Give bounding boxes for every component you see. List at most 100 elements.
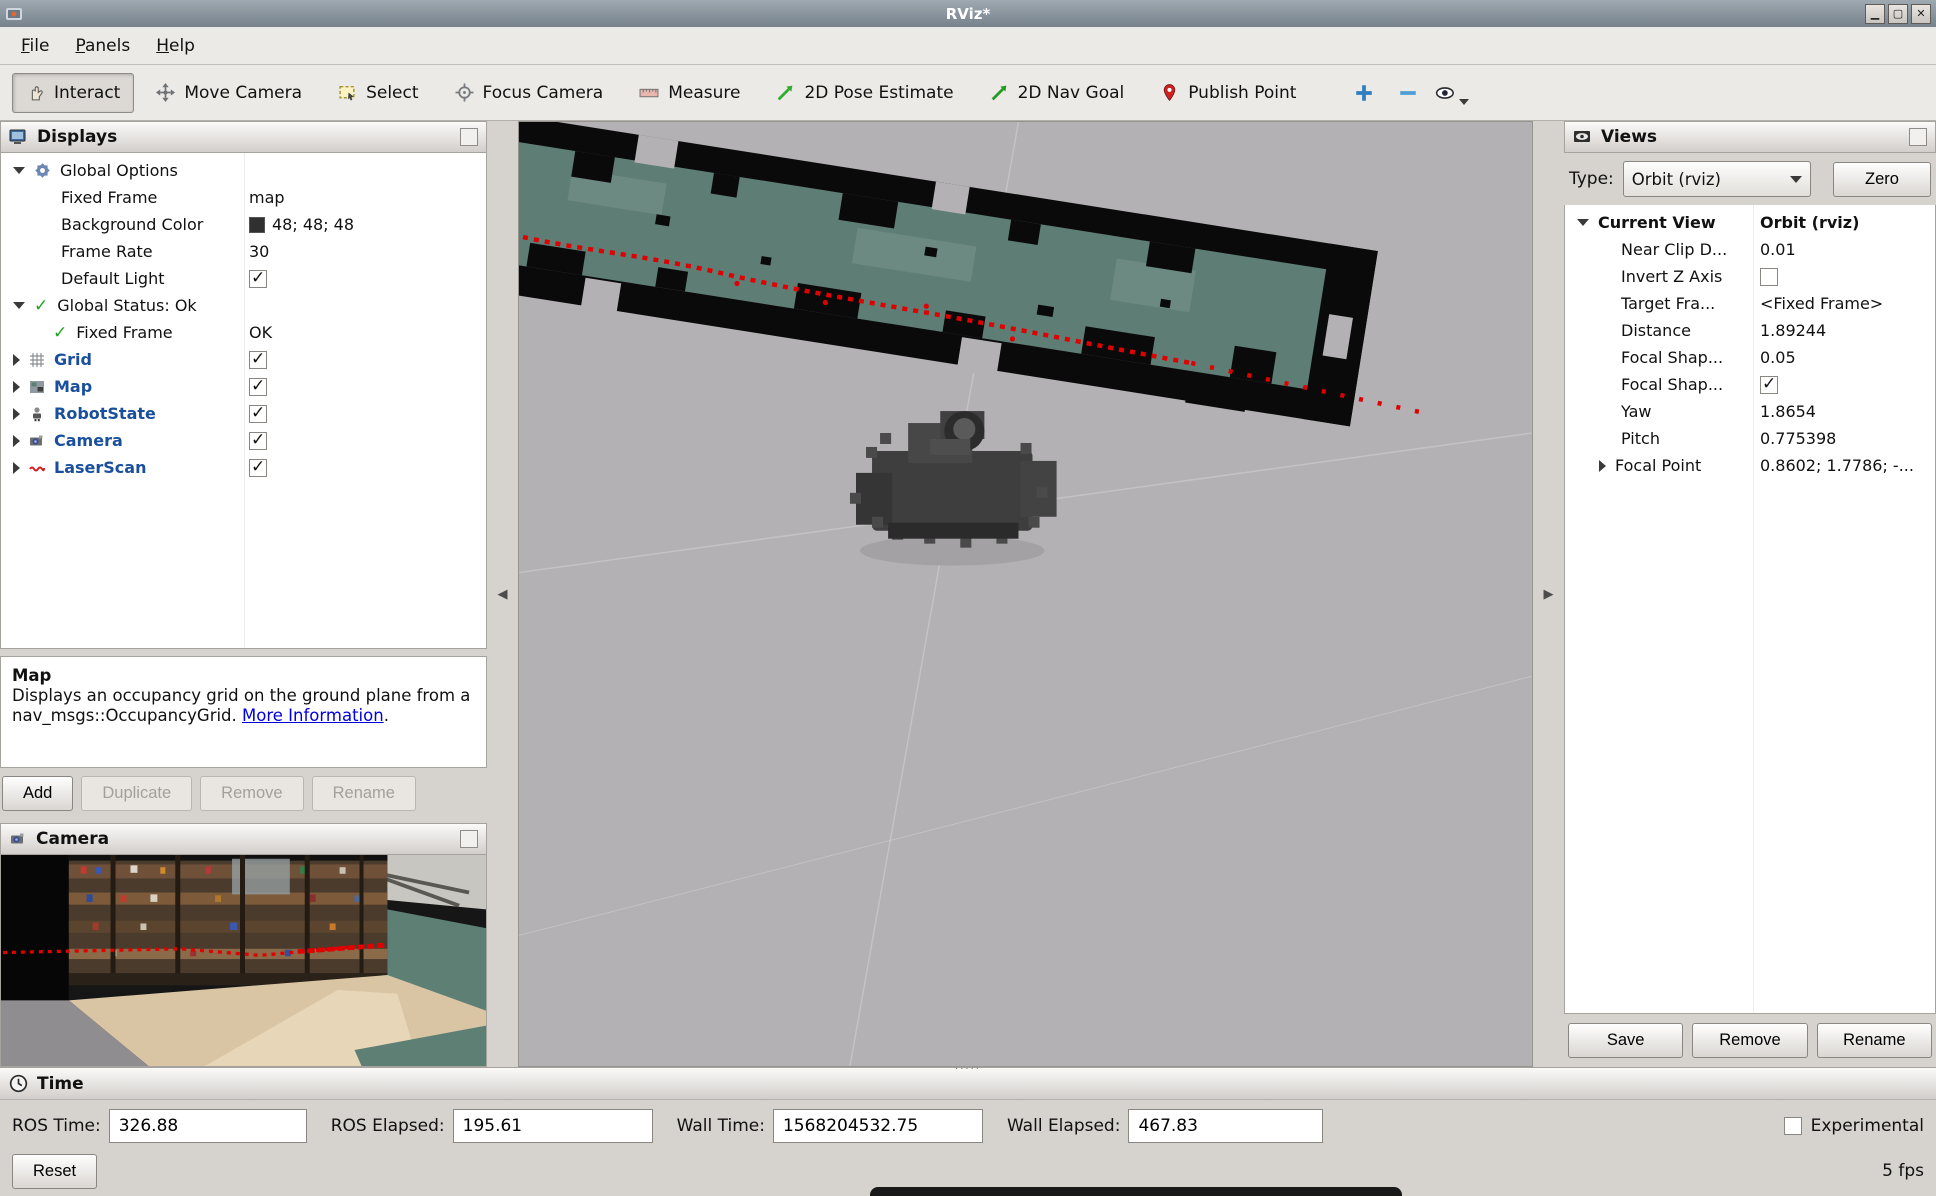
panel-float-button[interactable]	[460, 830, 478, 848]
frame-rate-value[interactable]: 30	[249, 242, 269, 261]
tree-row-yaw[interactable]: Yaw 1.8654	[1565, 398, 1935, 425]
reset-button[interactable]: Reset	[12, 1154, 97, 1189]
tree-row-camera[interactable]: Camera	[1, 427, 486, 454]
save-button[interactable]: Save	[1568, 1023, 1683, 1058]
panel-float-button[interactable]	[460, 128, 478, 146]
tool-2d-pose-estimate[interactable]: 2D Pose Estimate	[762, 73, 967, 113]
tool-select[interactable]: Select	[324, 73, 432, 113]
expander-right-icon[interactable]	[13, 462, 20, 474]
fixed-frame-value[interactable]: map	[249, 188, 285, 207]
tree-row-current-view[interactable]: Current View Orbit (rviz)	[1565, 209, 1935, 236]
tool-interact[interactable]: Interact	[12, 73, 134, 113]
tool-measure[interactable]: Measure	[625, 73, 754, 113]
yaw-value[interactable]: 1.8654	[1760, 402, 1816, 421]
render-viewport[interactable]	[518, 121, 1533, 1067]
views-panel-header[interactable]: Views	[1564, 121, 1936, 153]
tree-row-near-clip[interactable]: Near Clip D... 0.01	[1565, 236, 1935, 263]
add-button[interactable]: Add	[2, 776, 73, 811]
tree-row-focal-point[interactable]: Focal Point 0.8602; 1.7786; -...	[1565, 452, 1935, 479]
grid-checkbox[interactable]	[249, 351, 267, 369]
rename-button[interactable]: Rename	[312, 776, 416, 811]
invert-z-checkbox[interactable]	[1760, 268, 1778, 286]
select-box-icon	[338, 83, 357, 102]
expander-right-icon[interactable]	[1599, 460, 1606, 472]
tree-row-robotstate[interactable]: RobotState	[1, 400, 486, 427]
experimental-checkbox[interactable]	[1784, 1117, 1802, 1135]
focal-shape-size-value[interactable]: 0.05	[1760, 348, 1796, 367]
tree-row-laserscan[interactable]: LaserScan	[1, 454, 486, 481]
view-type-dropdown[interactable]: Orbit (rviz)	[1623, 161, 1811, 197]
zero-button[interactable]: Zero	[1833, 162, 1931, 197]
ros-elapsed-input[interactable]	[453, 1109, 653, 1143]
splitter-grip[interactable]: ·····	[955, 1067, 981, 1073]
minimize-button[interactable]: ▁	[1865, 4, 1885, 24]
menu-panels[interactable]: Panels	[62, 29, 143, 63]
tree-row-invert-z[interactable]: Invert Z Axis	[1565, 263, 1935, 290]
titlebar[interactable]: RViz* ▁ ▢ ✕	[0, 0, 1936, 27]
remove-tool-button[interactable]	[1390, 75, 1426, 111]
remove-view-button[interactable]: Remove	[1692, 1023, 1807, 1058]
pitch-value[interactable]: 0.775398	[1760, 429, 1836, 448]
expander-right-icon[interactable]	[13, 408, 20, 420]
duplicate-button[interactable]: Duplicate	[81, 776, 192, 811]
tree-row-status-fixed-frame[interactable]: ✓ Fixed Frame OK	[1, 319, 486, 346]
tree-row-fixed-frame[interactable]: Fixed Frame map	[1, 184, 486, 211]
tool-focus-camera[interactable]: Focus Camera	[441, 73, 618, 113]
ros-time-input[interactable]	[109, 1109, 307, 1143]
tree-row-focal-shape-size[interactable]: Focal Shap... 0.05	[1565, 344, 1935, 371]
tree-row-global-options[interactable]: Global Options	[1, 157, 486, 184]
expander-down-icon[interactable]	[1577, 219, 1589, 226]
tree-row-grid[interactable]: Grid	[1, 346, 486, 373]
maximize-button[interactable]: ▢	[1888, 4, 1908, 24]
tree-row-default-light[interactable]: Default Light	[1, 265, 486, 292]
displays-icon	[9, 129, 28, 146]
tool-2d-nav-goal[interactable]: 2D Nav Goal	[976, 73, 1139, 113]
distance-value[interactable]: 1.89244	[1760, 321, 1826, 340]
expander-down-icon[interactable]	[13, 167, 25, 174]
status-ok-icon: ✓	[53, 323, 67, 343]
tree-row-global-status[interactable]: ✓ Global Status: Ok	[1, 292, 486, 319]
laserscan-checkbox[interactable]	[249, 459, 267, 477]
camera-checkbox[interactable]	[249, 432, 267, 450]
focal-shape-checkbox[interactable]	[1760, 376, 1778, 394]
expander-right-icon[interactable]	[13, 354, 20, 366]
panel-title: Time	[37, 1074, 84, 1094]
rename-view-button[interactable]: Rename	[1817, 1023, 1932, 1058]
add-tool-button[interactable]	[1346, 75, 1382, 111]
tool-move-camera[interactable]: Move Camera	[142, 73, 316, 113]
map-checkbox[interactable]	[249, 378, 267, 396]
right-splitter[interactable]: ▶	[1533, 121, 1564, 1067]
wall-time-input[interactable]	[773, 1109, 983, 1143]
expander-right-icon[interactable]	[13, 435, 20, 447]
default-light-checkbox[interactable]	[249, 270, 267, 288]
tool-properties-button[interactable]	[1434, 75, 1470, 111]
wall-elapsed-input[interactable]	[1128, 1109, 1323, 1143]
robotstate-checkbox[interactable]	[249, 405, 267, 423]
displays-panel-header[interactable]: Displays	[0, 121, 487, 153]
expander-down-icon[interactable]	[13, 302, 25, 309]
camera-panel-header[interactable]: Camera	[0, 823, 487, 855]
tree-row-map[interactable]: Map	[1, 373, 486, 400]
tree-row-background-color[interactable]: Background Color 48; 48; 48	[1, 211, 486, 238]
panel-float-button[interactable]	[1909, 128, 1927, 146]
near-clip-value[interactable]: 0.01	[1760, 240, 1796, 259]
close-button[interactable]: ✕	[1911, 4, 1931, 24]
grid-icon	[29, 352, 45, 368]
menu-help[interactable]: Help	[143, 29, 208, 63]
collapse-right-icon[interactable]: ▶	[1544, 587, 1554, 602]
focal-point-value[interactable]: 0.8602; 1.7786; -...	[1760, 456, 1914, 475]
collapse-left-icon[interactable]: ◀	[498, 587, 508, 602]
more-information-link[interactable]: More Information	[242, 706, 384, 725]
expander-right-icon[interactable]	[13, 381, 20, 393]
tree-row-pitch[interactable]: Pitch 0.775398	[1565, 425, 1935, 452]
menu-file[interactable]: File	[8, 29, 62, 63]
tree-row-frame-rate[interactable]: Frame Rate 30	[1, 238, 486, 265]
tool-publish-point[interactable]: Publish Point	[1146, 73, 1310, 113]
target-frame-value[interactable]: <Fixed Frame>	[1760, 294, 1883, 313]
tree-row-target-frame[interactable]: Target Fra... <Fixed Frame>	[1565, 290, 1935, 317]
tree-row-focal-shape-fixed[interactable]: Focal Shap...	[1565, 371, 1935, 398]
menubar: File Panels Help	[0, 27, 1936, 65]
remove-button[interactable]: Remove	[200, 776, 303, 811]
tree-row-distance[interactable]: Distance 1.89244	[1565, 317, 1935, 344]
left-splitter[interactable]: ◀	[487, 121, 518, 1067]
